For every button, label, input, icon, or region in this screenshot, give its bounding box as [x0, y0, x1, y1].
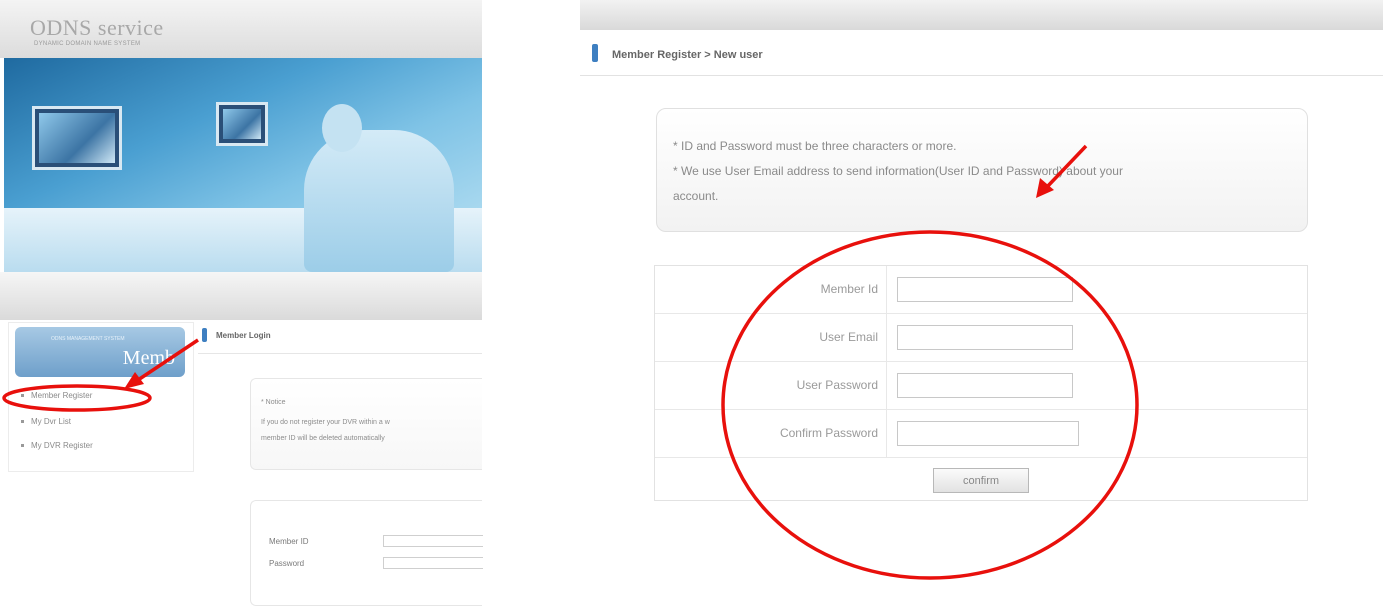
registration-form: Member Id User Email User Password Confi… — [654, 265, 1308, 501]
banner-person — [304, 130, 454, 272]
right-header-bar — [580, 0, 1383, 30]
sidebar-item-my-dvr-register[interactable]: My DVR Register — [21, 441, 93, 450]
left-header-bar: ODNS service DYNAMIC DOMAIN NAME SYSTEM — [0, 0, 482, 58]
sidebar-item-my-dvr-list[interactable]: My Dvr List — [21, 417, 71, 426]
info-text: * We use User Email address to send info… — [673, 164, 1123, 178]
left-nav-bar — [0, 272, 482, 320]
notice-title: * Notice — [261, 399, 286, 406]
bullet-icon — [21, 444, 24, 448]
banner-person-head — [322, 104, 362, 152]
form-row-confirm-password: Confirm Password — [655, 410, 1307, 458]
member-id-input[interactable] — [383, 535, 483, 547]
info-notice-box: * ID and Password must be three characte… — [656, 108, 1308, 232]
login-form: Member ID Password — [250, 500, 483, 606]
confirm-password-label: Confirm Password — [779, 426, 878, 440]
sidebar-item-label: My DVR Register — [31, 441, 93, 450]
member-menu-badge: ODNS MANAGEMENT SYSTEM Memb — [15, 327, 185, 377]
password-input[interactable] — [383, 557, 483, 569]
notice-text: If you do not register your DVR within a… — [261, 419, 390, 426]
confirm-button[interactable]: confirm — [933, 468, 1029, 493]
header-banner-image — [4, 58, 482, 272]
form-row-user-email: User Email — [655, 314, 1307, 362]
notice-box: * Notice If you do not register your DVR… — [250, 378, 482, 470]
password-label: Password — [269, 559, 305, 568]
bullet-icon — [21, 420, 24, 424]
member-badge-subtitle: ODNS MANAGEMENT SYSTEM — [51, 336, 125, 342]
left-screenshot-panel: ODNS service DYNAMIC DOMAIN NAME SYSTEM … — [0, 0, 483, 607]
breadcrumb: Member Register > New user — [612, 49, 763, 61]
member-sidebar: ODNS MANAGEMENT SYSTEM Memb Member Regis… — [8, 322, 194, 472]
banner-monitor-right — [216, 102, 268, 146]
info-text: * ID and Password must be three characte… — [673, 139, 957, 153]
user-email-label: User Email — [819, 330, 878, 344]
notice-text: member ID will be deleted automatically — [261, 435, 385, 442]
user-email-input[interactable] — [897, 325, 1073, 350]
confirm-password-input[interactable] — [897, 421, 1079, 446]
odns-logo: ODNS service — [30, 15, 164, 40]
logo-subtitle: DYNAMIC DOMAIN NAME SYSTEM — [34, 41, 141, 47]
sidebar-item-member-register[interactable]: Member Register — [21, 391, 92, 400]
form-row-member-id: Member Id — [655, 266, 1307, 314]
section-title: Member Login — [216, 331, 271, 340]
sidebar-item-label: My Dvr List — [31, 417, 71, 426]
member-badge-text: Memb — [122, 347, 175, 369]
member-id-label: Member ID — [269, 537, 309, 546]
user-password-input[interactable] — [897, 373, 1073, 398]
member-id-label: Member Id — [820, 282, 878, 296]
breadcrumb-header: Member Register > New user — [580, 36, 1383, 76]
section-marker-icon — [202, 328, 207, 342]
form-row-user-password: User Password — [655, 362, 1307, 410]
banner-monitor-left — [32, 106, 122, 170]
member-id-input[interactable] — [897, 277, 1073, 302]
bullet-icon — [21, 394, 24, 398]
right-screenshot-panel: Member Register > New user * ID and Pass… — [580, 0, 1383, 607]
info-text: account. — [673, 189, 719, 203]
sidebar-item-label: Member Register — [31, 391, 93, 400]
section-marker-icon — [592, 44, 598, 62]
member-login-header: Member Login — [198, 322, 482, 354]
user-password-label: User Password — [796, 378, 878, 392]
